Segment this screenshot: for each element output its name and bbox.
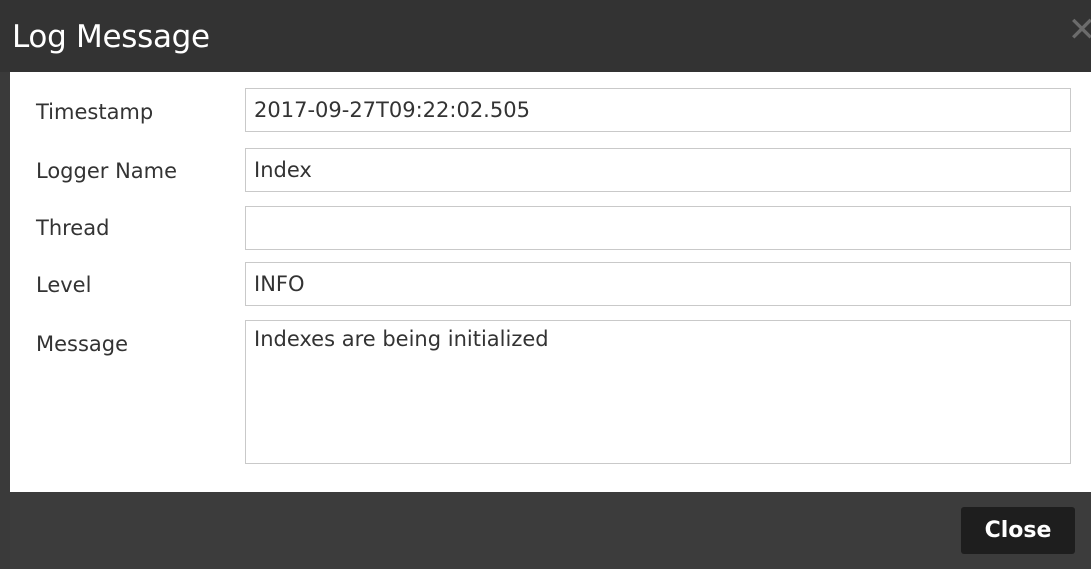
log-message-dialog: Log Message ✕ Timestamp 2017-09-27T09:22… [0,0,1091,569]
level-field[interactable]: INFO [245,262,1071,306]
dialog-titlebar: Log Message ✕ [0,0,1091,72]
dialog-title: Log Message [12,19,210,55]
dialog-body: Timestamp 2017-09-27T09:22:02.505 Logger… [14,72,1091,492]
thread-label: Thread [36,216,110,240]
dialog-footer [10,492,1091,569]
logger-name-field[interactable]: Index [245,148,1071,192]
message-field[interactable]: Indexes are being initialized [245,320,1071,464]
message-label: Message [36,332,129,356]
close-icon[interactable]: ✕ [1067,12,1091,48]
close-button[interactable]: Close [961,507,1075,554]
dialog-left-border [0,0,10,569]
level-label: Level [36,273,92,297]
thread-field[interactable] [245,206,1071,250]
timestamp-label: Timestamp [36,100,154,124]
footer-left-edge [0,492,10,569]
timestamp-field[interactable]: 2017-09-27T09:22:02.505 [245,88,1071,132]
logger-name-label: Logger Name [36,159,178,183]
